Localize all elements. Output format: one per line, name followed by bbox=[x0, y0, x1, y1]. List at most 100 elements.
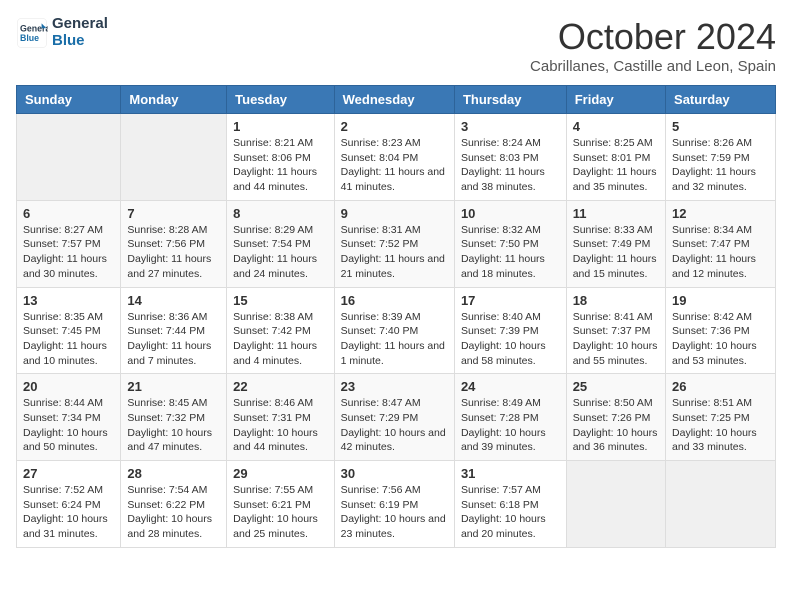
day-cell: 15Sunrise: 8:38 AMSunset: 7:42 PMDayligh… bbox=[227, 287, 334, 374]
day-number: 12 bbox=[672, 206, 769, 221]
day-number: 4 bbox=[573, 119, 659, 134]
header-cell-saturday: Saturday bbox=[666, 86, 776, 114]
day-cell: 26Sunrise: 8:51 AMSunset: 7:25 PMDayligh… bbox=[666, 374, 776, 461]
day-cell: 11 Sunrise: 8:33 AMSunset: 7:49 PMDayligh… bbox=[566, 200, 665, 287]
day-number: 28 bbox=[127, 466, 220, 481]
day-cell: 31 Sunrise: 7:57 AMSunset: 6:18 PMDayligh… bbox=[454, 461, 566, 548]
day-cell: 23 Sunrise: 8:47 AMSunset: 7:29 PMDayligh… bbox=[334, 374, 454, 461]
day-info: Sunrise: 8:49 AMSunset: 7:28 PMDaylight:… bbox=[461, 396, 560, 455]
page-header: General Blue General Blue October 2024 C… bbox=[16, 16, 776, 75]
day-number: 21 bbox=[127, 379, 220, 394]
calendar-body: 1Sunrise: 8:21 AMSunset: 8:06 PMDaylight… bbox=[17, 114, 776, 548]
day-number: 31 bbox=[461, 466, 560, 481]
day-number: 9 bbox=[341, 206, 448, 221]
day-info: Sunrise: 8:27 AMSunset: 7:57 PMDaylight:… bbox=[23, 223, 114, 282]
day-info: Sunrise: 8:31 AMSunset: 7:52 PMDaylight:… bbox=[341, 223, 448, 282]
day-cell bbox=[17, 114, 121, 201]
calendar-table: SundayMondayTuesdayWednesdayThursdayFrid… bbox=[16, 85, 776, 548]
day-number: 5 bbox=[672, 119, 769, 134]
calendar-header: SundayMondayTuesdayWednesdayThursdayFrid… bbox=[17, 86, 776, 114]
day-info: Sunrise: 7:52 AMSunset: 6:24 PMDaylight:… bbox=[23, 483, 114, 542]
day-cell: 12 Sunrise: 8:34 AMSunset: 7:47 PMDayligh… bbox=[666, 200, 776, 287]
day-number: 17 bbox=[461, 293, 560, 308]
day-info: Sunrise: 8:32 AMSunset: 7:50 PMDaylight:… bbox=[461, 223, 560, 282]
day-info: Sunrise: 8:41 AMSunset: 7:37 PMDaylight:… bbox=[573, 310, 659, 369]
day-cell: 8 Sunrise: 8:29 AMSunset: 7:54 PMDaylight… bbox=[227, 200, 334, 287]
day-number: 1 bbox=[233, 119, 327, 134]
header-cell-sunday: Sunday bbox=[17, 86, 121, 114]
logo-text-blue: Blue bbox=[52, 33, 108, 50]
day-number: 2 bbox=[341, 119, 448, 134]
day-number: 6 bbox=[23, 206, 114, 221]
day-number: 10 bbox=[461, 206, 560, 221]
day-info: Sunrise: 7:56 AMSunset: 6:19 PMDaylight:… bbox=[341, 483, 448, 542]
day-number: 22 bbox=[233, 379, 327, 394]
day-cell: 7 Sunrise: 8:28 AMSunset: 7:56 PMDaylight… bbox=[121, 200, 227, 287]
day-number: 3 bbox=[461, 119, 560, 134]
day-number: 26 bbox=[672, 379, 769, 394]
day-info: Sunrise: 8:35 AMSunset: 7:45 PMDaylight:… bbox=[23, 310, 114, 369]
day-number: 25 bbox=[573, 379, 659, 394]
day-info: Sunrise: 8:34 AMSunset: 7:47 PMDaylight:… bbox=[672, 223, 769, 282]
day-cell: 17 Sunrise: 8:40 AMSunset: 7:39 PMDayligh… bbox=[454, 287, 566, 374]
day-info: Sunrise: 8:50 AMSunset: 7:26 PMDaylight:… bbox=[573, 396, 659, 455]
header-cell-tuesday: Tuesday bbox=[227, 86, 334, 114]
day-cell: 13 Sunrise: 8:35 AMSunset: 7:45 PMDayligh… bbox=[17, 287, 121, 374]
header-cell-friday: Friday bbox=[566, 86, 665, 114]
week-row-5: 27 Sunrise: 7:52 AMSunset: 6:24 PMDayligh… bbox=[17, 461, 776, 548]
day-cell: 5 Sunrise: 8:26 AMSunset: 7:59 PMDaylight… bbox=[666, 114, 776, 201]
day-info: Sunrise: 8:44 AMSunset: 7:34 PMDaylight:… bbox=[23, 396, 114, 455]
day-info: Sunrise: 8:28 AMSunset: 7:56 PMDaylight:… bbox=[127, 223, 220, 282]
day-number: 23 bbox=[341, 379, 448, 394]
day-cell: 25 Sunrise: 8:50 AMSunset: 7:26 PMDayligh… bbox=[566, 374, 665, 461]
day-cell bbox=[121, 114, 227, 201]
day-cell: 16Sunrise: 8:39 AMSunset: 7:40 PMDayligh… bbox=[334, 287, 454, 374]
day-number: 18 bbox=[573, 293, 659, 308]
day-cell: 28 Sunrise: 7:54 AMSunset: 6:22 PMDayligh… bbox=[121, 461, 227, 548]
day-cell bbox=[566, 461, 665, 548]
day-cell bbox=[666, 461, 776, 548]
day-cell: 10 Sunrise: 8:32 AMSunset: 7:50 PMDayligh… bbox=[454, 200, 566, 287]
day-number: 15 bbox=[233, 293, 327, 308]
day-cell: 3Sunrise: 8:24 AMSunset: 8:03 PMDaylight… bbox=[454, 114, 566, 201]
day-cell: 18 Sunrise: 8:41 AMSunset: 7:37 PMDayligh… bbox=[566, 287, 665, 374]
day-info: Sunrise: 8:36 AMSunset: 7:44 PMDaylight:… bbox=[127, 310, 220, 369]
day-info: Sunrise: 7:55 AMSunset: 6:21 PMDaylight:… bbox=[233, 483, 327, 542]
day-number: 20 bbox=[23, 379, 114, 394]
week-row-1: 1Sunrise: 8:21 AMSunset: 8:06 PMDaylight… bbox=[17, 114, 776, 201]
day-number: 7 bbox=[127, 206, 220, 221]
day-cell: 6 Sunrise: 8:27 AMSunset: 7:57 PMDaylight… bbox=[17, 200, 121, 287]
day-info: Sunrise: 8:23 AMSunset: 8:04 PMDaylight:… bbox=[341, 136, 448, 195]
day-cell: 1Sunrise: 8:21 AMSunset: 8:06 PMDaylight… bbox=[227, 114, 334, 201]
week-row-2: 6 Sunrise: 8:27 AMSunset: 7:57 PMDaylight… bbox=[17, 200, 776, 287]
logo-text-general: General bbox=[52, 16, 108, 33]
day-number: 14 bbox=[127, 293, 220, 308]
day-info: Sunrise: 8:45 AMSunset: 7:32 PMDaylight:… bbox=[127, 396, 220, 455]
day-number: 11 bbox=[573, 206, 659, 221]
day-info: Sunrise: 7:57 AMSunset: 6:18 PMDaylight:… bbox=[461, 483, 560, 542]
day-info: Sunrise: 8:47 AMSunset: 7:29 PMDaylight:… bbox=[341, 396, 448, 455]
day-info: Sunrise: 8:29 AMSunset: 7:54 PMDaylight:… bbox=[233, 223, 327, 282]
day-info: Sunrise: 8:26 AMSunset: 7:59 PMDaylight:… bbox=[672, 136, 769, 195]
day-number: 27 bbox=[23, 466, 114, 481]
subtitle: Cabrillanes, Castille and Leon, Spain bbox=[530, 58, 776, 75]
day-number: 30 bbox=[341, 466, 448, 481]
header-cell-thursday: Thursday bbox=[454, 86, 566, 114]
main-title: October 2024 bbox=[530, 16, 776, 58]
day-info: Sunrise: 8:46 AMSunset: 7:31 PMDaylight:… bbox=[233, 396, 327, 455]
day-info: Sunrise: 8:40 AMSunset: 7:39 PMDaylight:… bbox=[461, 310, 560, 369]
day-cell: 20 Sunrise: 8:44 AMSunset: 7:34 PMDayligh… bbox=[17, 374, 121, 461]
day-cell: 4Sunrise: 8:25 AMSunset: 8:01 PMDaylight… bbox=[566, 114, 665, 201]
header-cell-monday: Monday bbox=[121, 86, 227, 114]
svg-text:General: General bbox=[20, 23, 48, 33]
day-info: Sunrise: 8:42 AMSunset: 7:36 PMDaylight:… bbox=[672, 310, 769, 369]
day-number: 8 bbox=[233, 206, 327, 221]
day-cell: 14 Sunrise: 8:36 AMSunset: 7:44 PMDayligh… bbox=[121, 287, 227, 374]
day-cell: 22 Sunrise: 8:46 AMSunset: 7:31 PMDayligh… bbox=[227, 374, 334, 461]
header-cell-wednesday: Wednesday bbox=[334, 86, 454, 114]
day-info: Sunrise: 7:54 AMSunset: 6:22 PMDaylight:… bbox=[127, 483, 220, 542]
day-cell: 24Sunrise: 8:49 AMSunset: 7:28 PMDayligh… bbox=[454, 374, 566, 461]
day-number: 13 bbox=[23, 293, 114, 308]
day-cell: 19Sunrise: 8:42 AMSunset: 7:36 PMDayligh… bbox=[666, 287, 776, 374]
day-info: Sunrise: 8:33 AMSunset: 7:49 PMDaylight:… bbox=[573, 223, 659, 282]
